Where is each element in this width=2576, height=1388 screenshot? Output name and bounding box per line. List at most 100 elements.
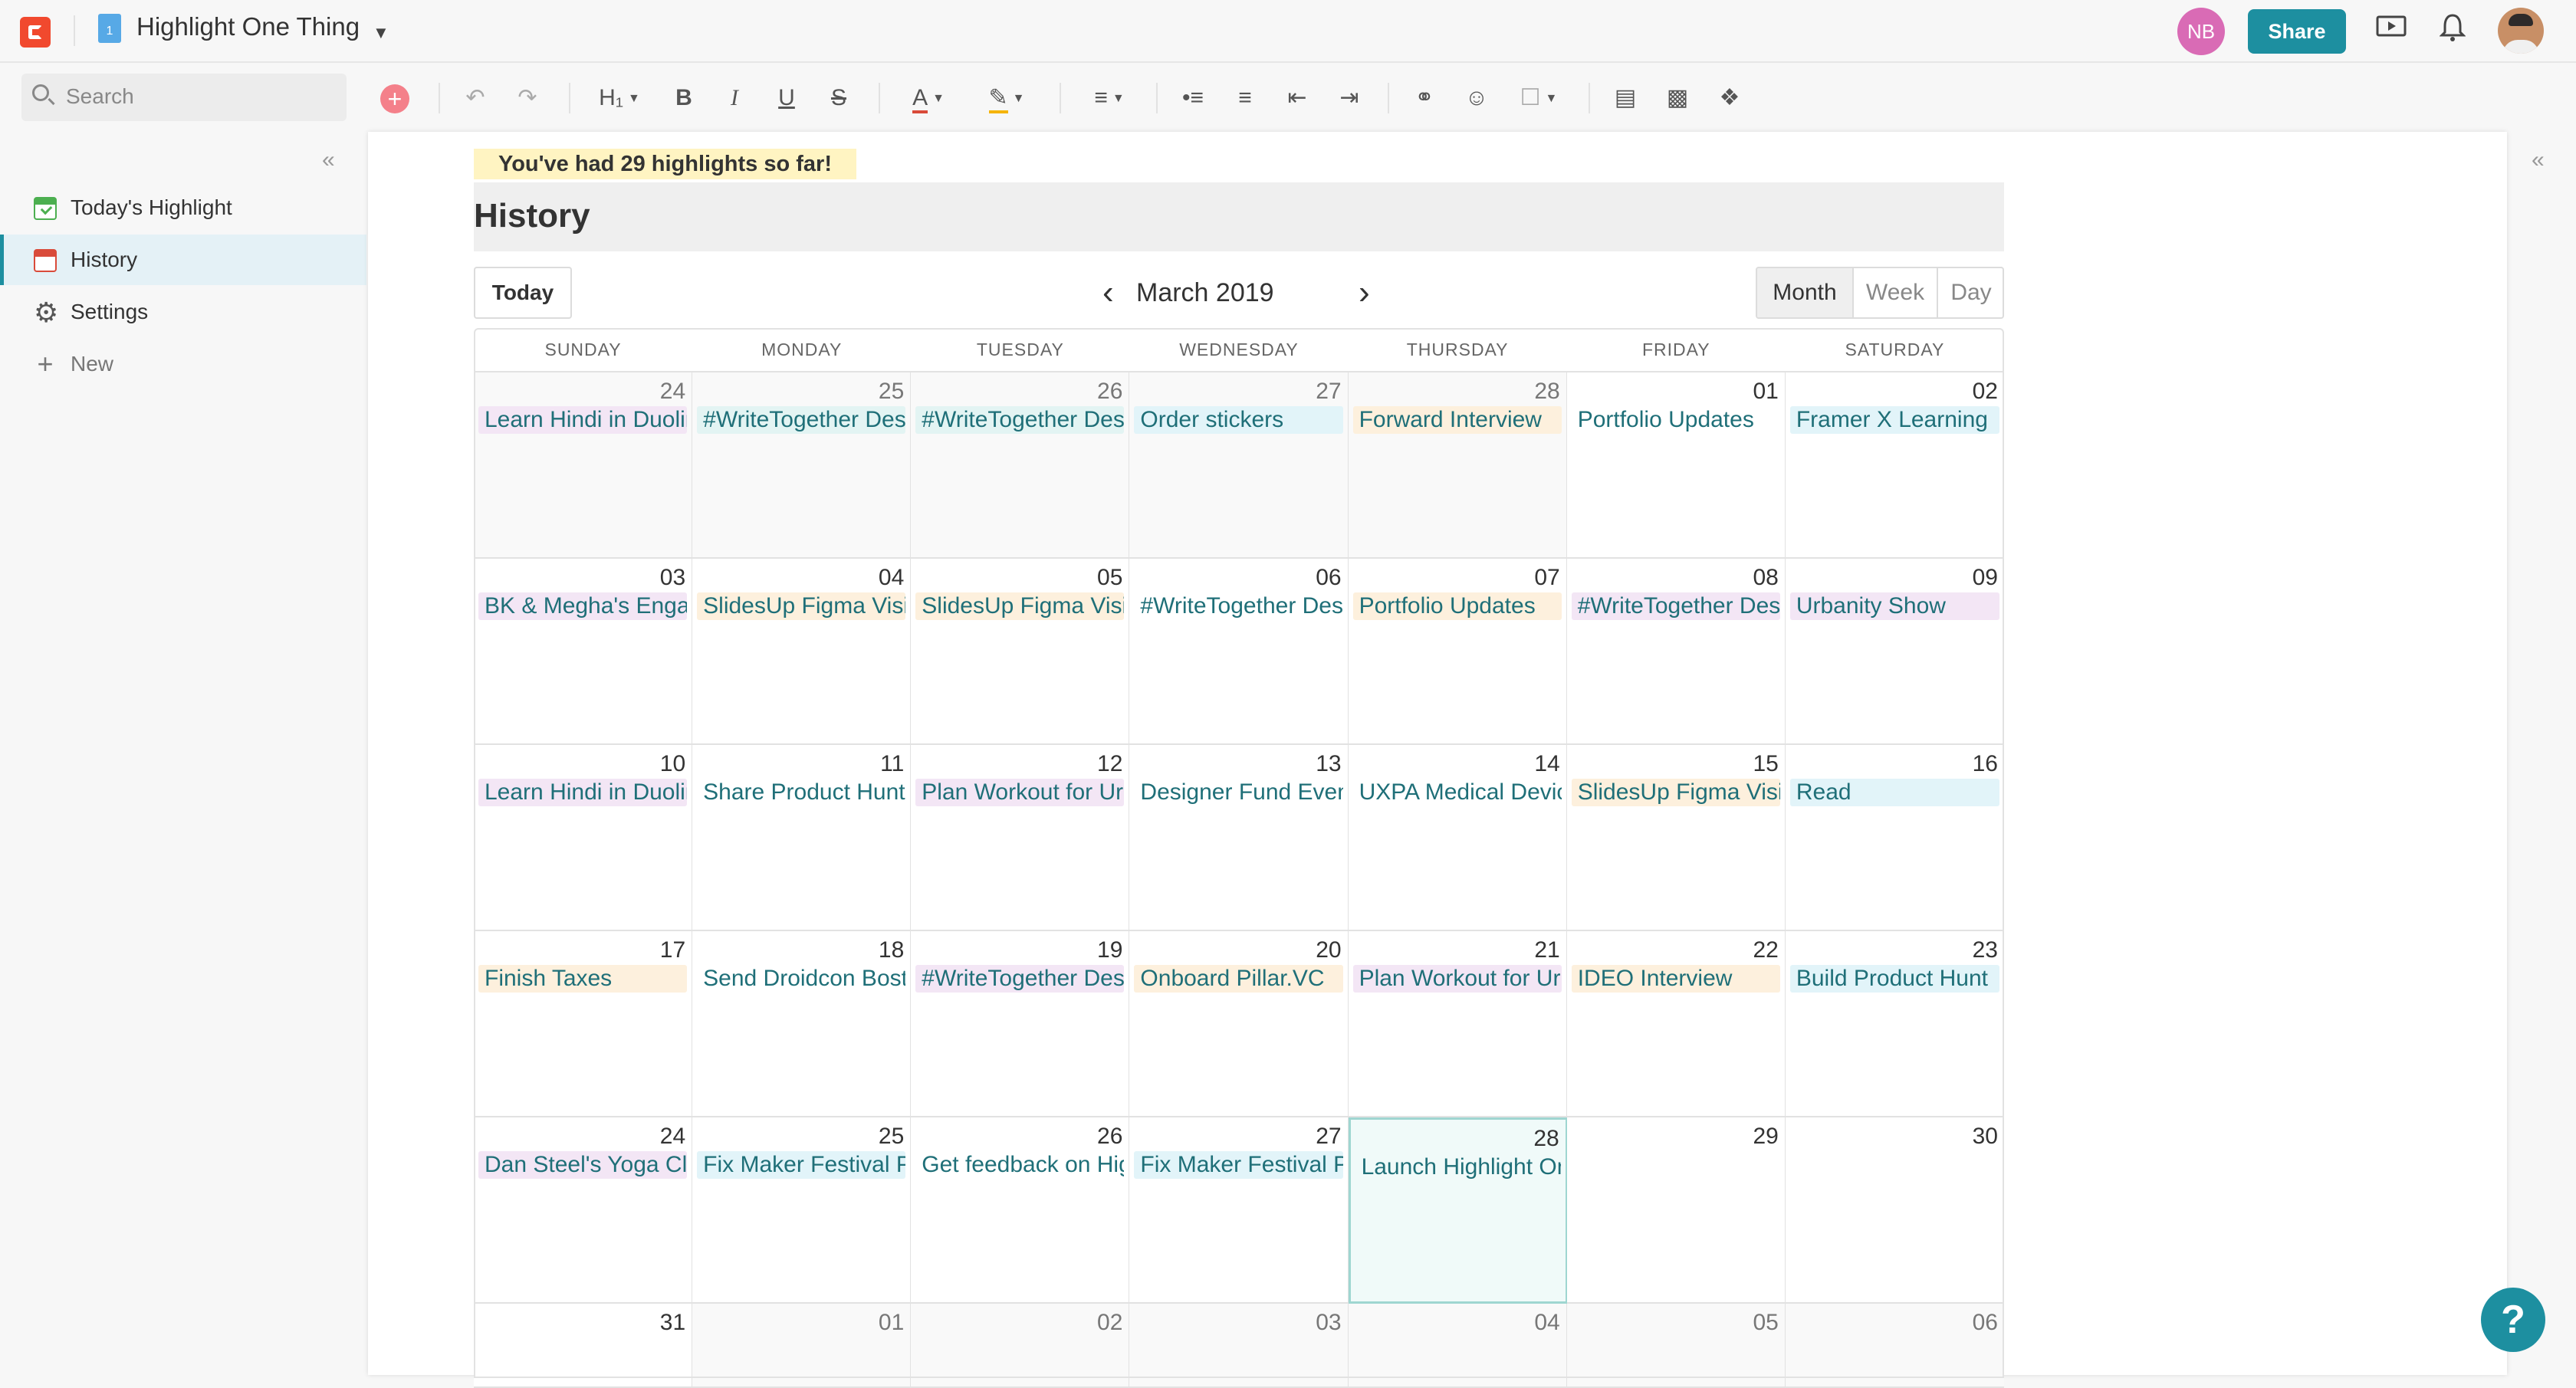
- chevron-down-icon[interactable]: ▼: [373, 23, 389, 43]
- page-title[interactable]: History: [474, 182, 2004, 251]
- highlight-event[interactable]: SlidesUp Figma Visit: [915, 592, 1125, 620]
- document-title[interactable]: Highlight One Thing: [136, 12, 360, 41]
- calendar-day-cell[interactable]: 08#WriteTogether Design: [1566, 559, 1786, 745]
- highlight-event[interactable]: Share Product Hunt: [697, 779, 905, 806]
- highlight-event[interactable]: Portfolio Updates: [1352, 592, 1562, 620]
- highlight-event[interactable]: Urbanity Show: [1789, 592, 1999, 620]
- heading-button[interactable]: H₁ ▼: [589, 74, 650, 123]
- bullet-list-icon[interactable]: •≡: [1178, 74, 1208, 123]
- link-icon[interactable]: ⚭: [1409, 74, 1440, 123]
- highlight-event[interactable]: #WriteTogether Design: [1571, 592, 1780, 620]
- collapse-right-panel-icon[interactable]: «: [2532, 147, 2545, 173]
- underline-button[interactable]: U: [771, 74, 802, 123]
- italic-button[interactable]: I: [719, 74, 750, 123]
- calendar-day-cell[interactable]: 19#WriteTogether Design: [911, 931, 1131, 1117]
- notification-bell-icon[interactable]: [2433, 12, 2472, 51]
- calendar-day-cell[interactable]: 24Dan Steel's Yoga Class: [474, 1117, 694, 1304]
- highlight-event[interactable]: BK & Megha's Engagement: [478, 592, 688, 620]
- highlight-event[interactable]: Order stickers: [1134, 406, 1343, 434]
- calendar-day-cell[interactable]: 10 Learn Hindi in Duolingo: [474, 745, 694, 931]
- calendar-day-cell[interactable]: 01: [692, 1304, 912, 1388]
- calendar-day-cell[interactable]: 20 Onboard Pillar.VC: [1129, 931, 1349, 1117]
- sidebar-item-settings[interactable]: ⚙ Settings: [0, 287, 366, 337]
- calendar-day-cell[interactable]: 30: [1785, 1117, 2004, 1304]
- calendar-day-cell[interactable]: 31: [474, 1304, 694, 1388]
- calendar-day-cell[interactable]: 27Fix Maker Festival Page: [1129, 1117, 1349, 1304]
- highlight-color-icon[interactable]: ✎ ▼: [978, 74, 1035, 123]
- view-month-button[interactable]: Month: [1757, 268, 1852, 317]
- calendar-day-cell[interactable]: 13 Designer Fund Event: [1129, 745, 1349, 931]
- present-icon[interactable]: [2372, 12, 2410, 51]
- highlight-event[interactable]: SlidesUp Figma Visit: [1571, 779, 1780, 806]
- undo-icon[interactable]: ↶: [460, 74, 491, 123]
- view-week-button[interactable]: Week: [1852, 268, 1937, 317]
- highlight-event[interactable]: Portfolio Updates: [1572, 406, 1780, 434]
- map-icon[interactable]: ▤: [1610, 74, 1641, 123]
- calendar-day-cell[interactable]: 06#WriteTogether Design: [1129, 559, 1349, 745]
- calendar-day-cell[interactable]: 04 SlidesUp Figma Visit: [692, 559, 912, 745]
- puzzle-icon[interactable]: ❖: [1714, 74, 1745, 123]
- highlight-event[interactable]: Launch Highlight One Thing: [1355, 1153, 1561, 1181]
- calendar-day-cell[interactable]: 07 Portfolio Updates: [1348, 559, 1568, 745]
- calendar-day-cell[interactable]: 04: [1348, 1304, 1568, 1388]
- search-field[interactable]: Search: [21, 74, 347, 121]
- highlight-event[interactable]: Onboard Pillar.VC: [1134, 965, 1343, 993]
- strikethrough-button[interactable]: S: [823, 74, 854, 123]
- sidebar-item-new[interactable]: + New: [0, 339, 366, 389]
- highlight-event[interactable]: #WriteTogether Design: [915, 965, 1125, 993]
- comment-icon[interactable]: ☐ ▼: [1510, 74, 1567, 123]
- view-day-button[interactable]: Day: [1937, 268, 2003, 317]
- today-button[interactable]: Today: [474, 267, 572, 319]
- highlight-event[interactable]: Finish Taxes: [478, 965, 688, 993]
- add-block-button[interactable]: +: [380, 84, 409, 113]
- prev-month-icon[interactable]: ‹: [1102, 270, 1114, 316]
- calendar-day-cell[interactable]: 05 SlidesUp Figma Visit: [911, 559, 1131, 745]
- highlight-event[interactable]: Fix Maker Festival Page: [697, 1151, 906, 1179]
- calendar-day-cell-today[interactable]: 28Launch Highlight One Thing: [1348, 1117, 1568, 1304]
- calendar-day-cell[interactable]: 09 Urbanity Show: [1785, 559, 2004, 745]
- calendar-day-cell[interactable]: 21Plan Workout for Urban: [1348, 931, 1568, 1117]
- calendar-day-cell[interactable]: 06: [1785, 1304, 2004, 1388]
- highlight-event[interactable]: Send Droidcon Boston: [697, 965, 905, 993]
- calendar-day-cell[interactable]: 03BK & Megha's Engagement: [474, 559, 694, 745]
- highlight-event[interactable]: #WriteTogether Design: [915, 406, 1125, 434]
- calendar-day-cell[interactable]: 27 Order stickers: [1129, 372, 1349, 559]
- outdent-icon[interactable]: ⇤: [1282, 74, 1313, 123]
- highlight-event[interactable]: Fix Maker Festival Page: [1134, 1151, 1343, 1179]
- emoji-icon[interactable]: ☺: [1461, 74, 1492, 123]
- calendar-day-cell[interactable]: 26Get feedback on Highlight: [911, 1117, 1131, 1304]
- help-button[interactable]: ?: [2481, 1288, 2545, 1352]
- calendar-day-cell[interactable]: 01 Portfolio Updates: [1566, 372, 1786, 559]
- calendar-day-cell[interactable]: 15 SlidesUp Figma Visit: [1566, 745, 1786, 931]
- highlight-event[interactable]: Learn Hindi in Duolingo: [478, 406, 688, 434]
- highlight-event[interactable]: SlidesUp Figma Visit: [697, 592, 906, 620]
- calendar-day-cell[interactable]: 12 Plan Workout for Urban: [911, 745, 1131, 931]
- highlight-event[interactable]: Plan Workout for Urban: [915, 779, 1125, 806]
- highlight-event[interactable]: Read: [1789, 779, 1999, 806]
- share-button[interactable]: Share: [2248, 9, 2346, 54]
- highlight-event[interactable]: UXPA Medical Device: [1353, 779, 1562, 806]
- calendar-day-cell[interactable]: 05: [1566, 1304, 1786, 1388]
- collapse-sidebar-icon[interactable]: «: [322, 147, 335, 173]
- text-color-button[interactable]: A ▼: [900, 74, 957, 123]
- sidebar-item-history[interactable]: History: [0, 235, 366, 285]
- calendar-day-cell[interactable]: 23 Build Product Hunt: [1785, 931, 2004, 1117]
- align-icon[interactable]: ≡ ▼: [1081, 74, 1138, 123]
- indent-icon[interactable]: ⇥: [1334, 74, 1365, 123]
- app-logo-icon[interactable]: [20, 17, 51, 48]
- sidebar-item-todays-highlight[interactable]: Today's Highlight: [0, 182, 366, 233]
- highlight-event[interactable]: Learn Hindi in Duolingo: [478, 779, 688, 806]
- calendar-day-cell[interactable]: 26#WriteTogether Design: [911, 372, 1131, 559]
- next-month-icon[interactable]: ›: [1359, 270, 1370, 316]
- calendar-day-cell[interactable]: 16 Read: [1785, 745, 2004, 931]
- calendar-day-cell[interactable]: 28 Forward Interview: [1348, 372, 1568, 559]
- bold-button[interactable]: B: [669, 74, 699, 123]
- highlight-event[interactable]: Get feedback on Highlight: [915, 1151, 1124, 1179]
- calendar-day-cell[interactable]: 24Learn Hindi in Duolingo: [474, 372, 694, 559]
- calendar-day-cell[interactable]: 03: [1129, 1304, 1349, 1388]
- search-input[interactable]: Search: [66, 84, 134, 109]
- highlight-event[interactable]: #WriteTogether Design: [1134, 592, 1342, 620]
- calendar-day-cell[interactable]: 14 UXPA Medical Device: [1348, 745, 1568, 931]
- user-avatar[interactable]: [2498, 8, 2544, 54]
- highlight-event[interactable]: Dan Steel's Yoga Class: [478, 1151, 688, 1179]
